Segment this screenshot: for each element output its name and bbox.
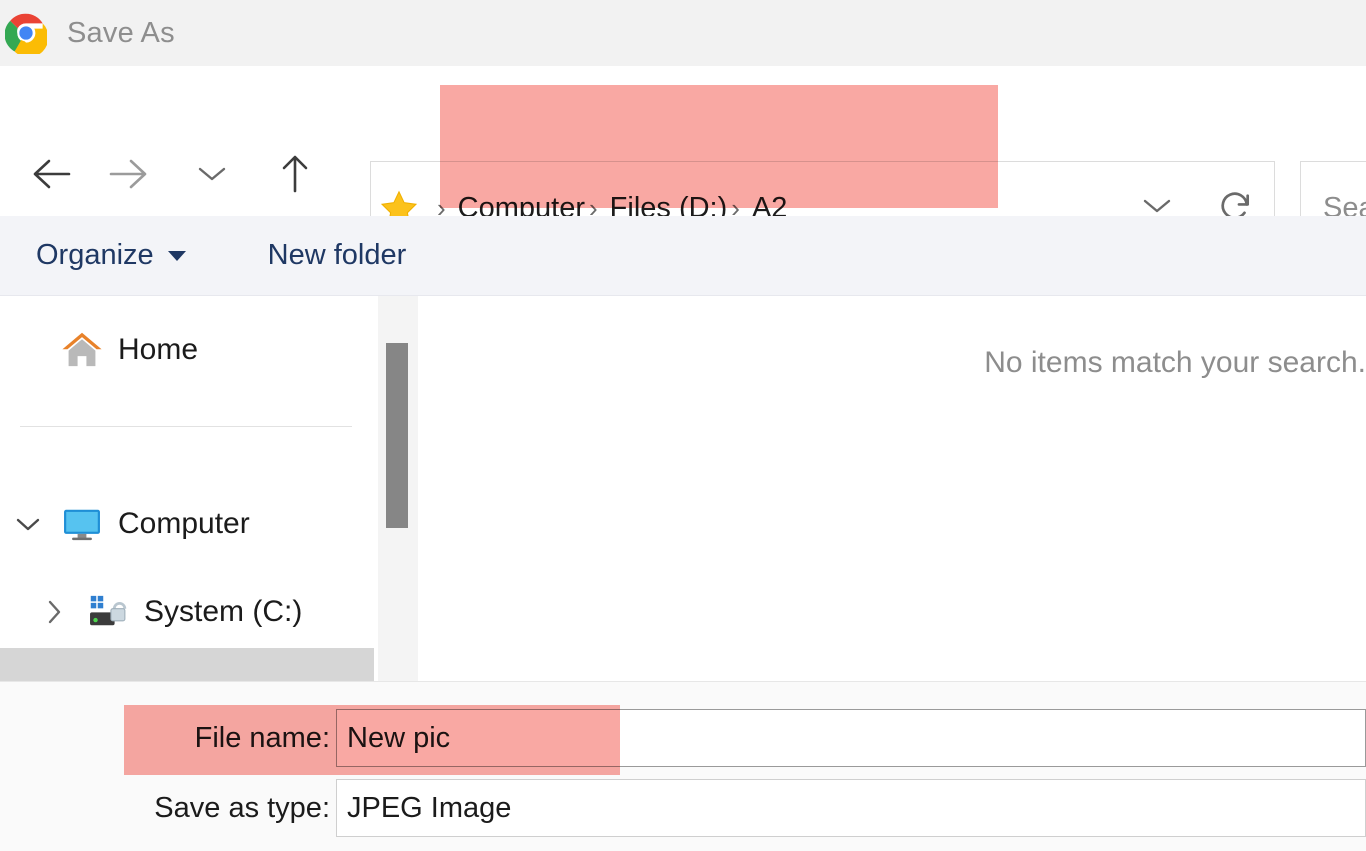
dialog-body: Home Computer System (C:) No items match… [0,296,1366,681]
caret-down-icon [167,250,186,261]
forward-button[interactable] [100,146,160,206]
expand-chevron-right-icon[interactable] [26,597,82,627]
save-form: File name: New pic Save as type: JPEG Im… [0,681,1366,851]
sidebar-item-computer[interactable]: Computer [0,492,378,556]
file-name-value: New pic [347,721,451,754]
sidebar-divider [20,426,352,427]
arrow-right-icon [107,157,153,196]
bitlocker-drive-icon [82,590,134,634]
arrow-up-icon [278,152,312,201]
arrow-left-icon [27,157,73,196]
monitor-icon [56,502,108,546]
sidebar-scrollbar[interactable] [378,296,418,681]
sidebar-item-label: System (C:) [144,595,303,628]
sidebar-scrollbar-thumb[interactable] [386,343,408,528]
save-as-type-select[interactable]: JPEG Image [336,779,1366,837]
save-as-dialog: Save As › Computer › Files (D:) › A2 Se … [0,0,1366,851]
sidebar-item-label: Home [118,333,199,366]
save-as-type-row: Save as type: JPEG Image [0,779,1366,837]
up-one-level-button[interactable] [265,146,325,206]
save-as-type-value: JPEG Image [347,791,512,824]
back-button[interactable] [20,146,80,206]
organize-label: Organize [36,239,154,271]
window-title: Save As [67,16,175,49]
sidebar-item-home[interactable]: Home [0,318,378,382]
new-folder-button[interactable]: New folder [268,239,407,272]
chrome-logo-icon [4,12,49,58]
empty-state-message: No items match your search. [984,346,1366,379]
file-name-label: File name: [194,721,330,754]
new-folder-label: New folder [267,239,407,271]
recent-locations-button[interactable] [182,146,242,206]
file-name-input[interactable]: New pic [336,709,1366,767]
file-name-row: File name: New pic [0,709,1366,767]
command-toolbar: Organize New folder [0,216,1366,296]
sidebar-item-system-c[interactable]: System (C:) [0,580,378,644]
chevron-down-icon [195,163,229,190]
sidebar-selected-row[interactable] [0,648,374,681]
title-bar: Save As [0,0,1366,66]
sidebar-item-label: Computer [118,507,250,540]
save-as-type-label: Save as type: [154,791,330,824]
navigation-sidebar: Home Computer System (C:) [0,296,378,681]
file-list-pane[interactable]: No items match your search. [420,296,1366,681]
navigation-bar: › Computer › Files (D:) › A2 Se [0,66,1366,256]
home-icon [56,327,108,373]
expand-chevron-down-icon[interactable] [0,514,56,534]
organize-button[interactable]: Organize [36,239,186,272]
